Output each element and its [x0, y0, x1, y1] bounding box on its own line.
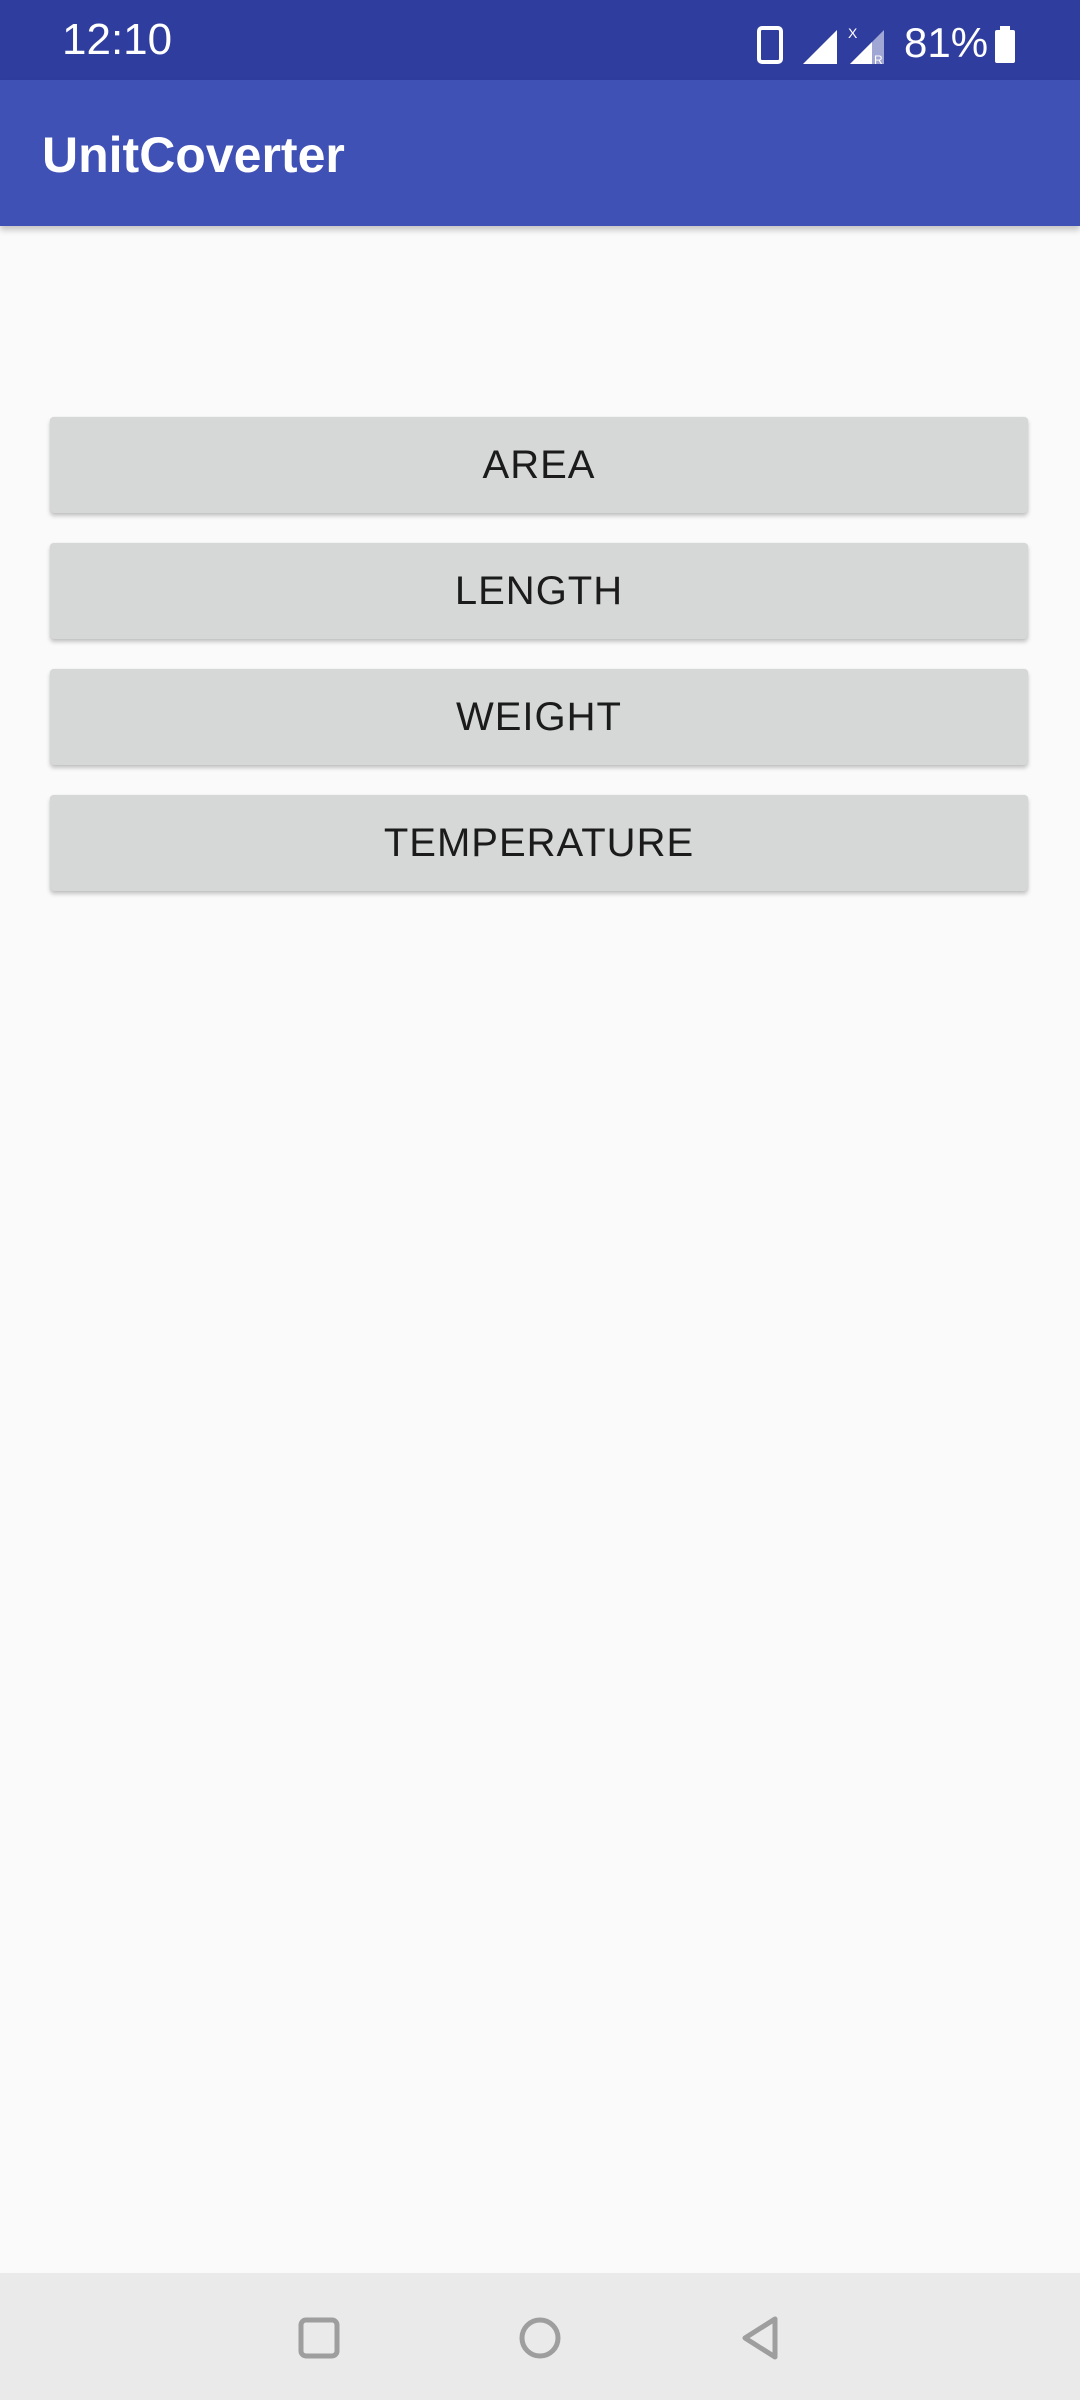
status-time: 12:10 — [62, 15, 173, 64]
weight-button-label: WEIGHT — [456, 694, 622, 739]
battery-icon — [995, 26, 1015, 63]
area-button-label: AREA — [482, 442, 596, 487]
length-button[interactable]: LENGTH — [50, 543, 1028, 639]
length-button-label: LENGTH — [454, 568, 624, 613]
svg-text:R: R — [874, 53, 883, 66]
recents-icon[interactable] — [291, 2310, 347, 2366]
phone-icon — [757, 26, 783, 64]
battery-percent: 81% — [904, 19, 989, 66]
weight-button[interactable]: WEIGHT — [50, 669, 1028, 765]
temperature-button[interactable]: TEMPERATURE — [50, 795, 1028, 891]
app-bar: UnitCoverter — [0, 80, 1080, 226]
home-icon[interactable] — [512, 2310, 568, 2366]
signal-roaming-icon: X R — [848, 25, 884, 66]
svg-text:X: X — [848, 25, 858, 41]
back-icon[interactable] — [733, 2310, 789, 2366]
app-title: UnitCoverter — [42, 127, 345, 183]
status-bar: 12:10 X R 81% — [0, 0, 1080, 80]
area-button[interactable]: AREA — [50, 417, 1028, 513]
temperature-button-label: TEMPERATURE — [383, 820, 695, 865]
signal-icon — [803, 30, 837, 64]
